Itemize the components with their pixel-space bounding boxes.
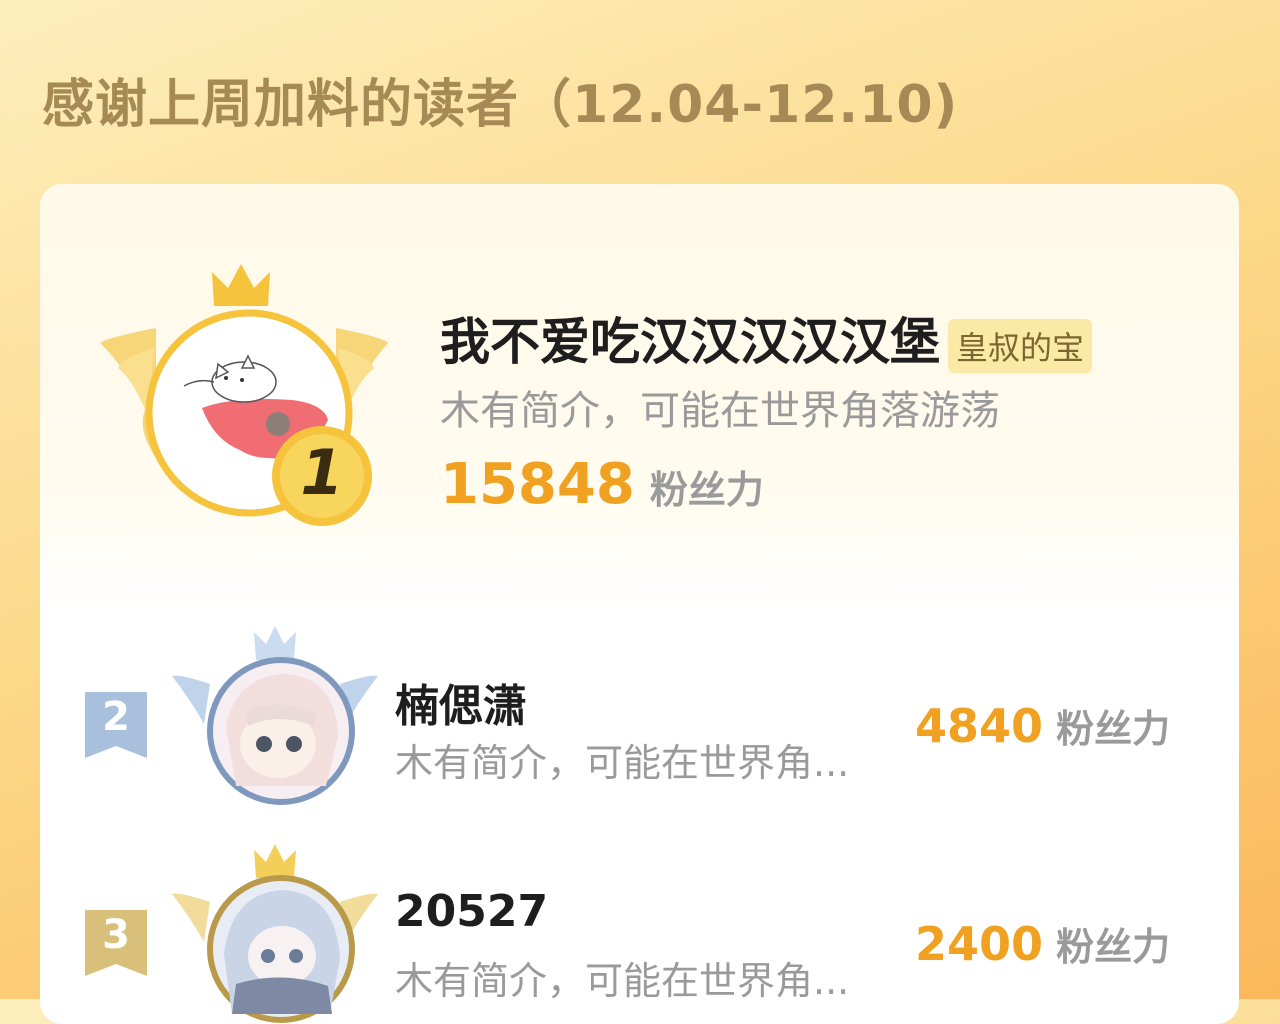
rank-one-medal: 1 xyxy=(270,424,374,528)
first-place-score: 15848 xyxy=(440,452,635,517)
fan-title-badge: 皇叔的宝 xyxy=(948,318,1093,373)
third-place-username[interactable]: 20527 xyxy=(395,886,548,937)
rank-three-number: 3 xyxy=(102,912,130,958)
third-place-score-unit: 粉丝力 xyxy=(1056,925,1171,969)
anime-girl-scarf-avatar-icon xyxy=(207,875,355,1023)
first-place-bio: 木有简介，可能在世界角落游荡 xyxy=(440,388,1000,434)
second-place-score-unit: 粉丝力 xyxy=(1056,707,1171,751)
second-place-score: 4840 xyxy=(915,699,1044,753)
rank-two-flag: 2 xyxy=(85,692,147,758)
second-place-avatar[interactable] xyxy=(206,656,356,806)
second-place-score-row: 4840 粉丝力 xyxy=(915,698,1170,753)
rank-one-number: 1 xyxy=(300,436,344,509)
third-place-score: 2400 xyxy=(915,917,1044,971)
third-place-avatar[interactable] xyxy=(206,874,356,1024)
third-place-bio: 木有简介，可能在世界角... xyxy=(395,959,850,1003)
third-place-score-row: 2400 粉丝力 xyxy=(915,916,1170,971)
rank-two-number: 2 xyxy=(102,694,130,740)
rank-three-flag: 3 xyxy=(85,910,147,976)
first-place-name-row: 我不爱吃汉汉汉汉汉堡 皇叔的宝 xyxy=(440,302,1093,374)
leaderboard-card: 1 我不爱吃汉汉汉汉汉堡 皇叔的宝 木有简介，可能在世界角落游荡 15848 粉丝… xyxy=(40,184,1239,1024)
first-place-username[interactable]: 我不爱吃汉汉汉汉汉堡 xyxy=(440,313,940,371)
first-place-score-unit: 粉丝力 xyxy=(649,468,764,512)
anime-girl-avatar-icon xyxy=(207,657,355,805)
second-place-bio: 木有简介，可能在世界角... xyxy=(395,741,850,785)
page-title: 感谢上周加料的读者（12.04-12.10) xyxy=(42,75,959,135)
first-place-score-row: 15848 粉丝力 xyxy=(440,452,764,517)
second-place-username[interactable]: 楠偲潇 xyxy=(395,670,527,734)
